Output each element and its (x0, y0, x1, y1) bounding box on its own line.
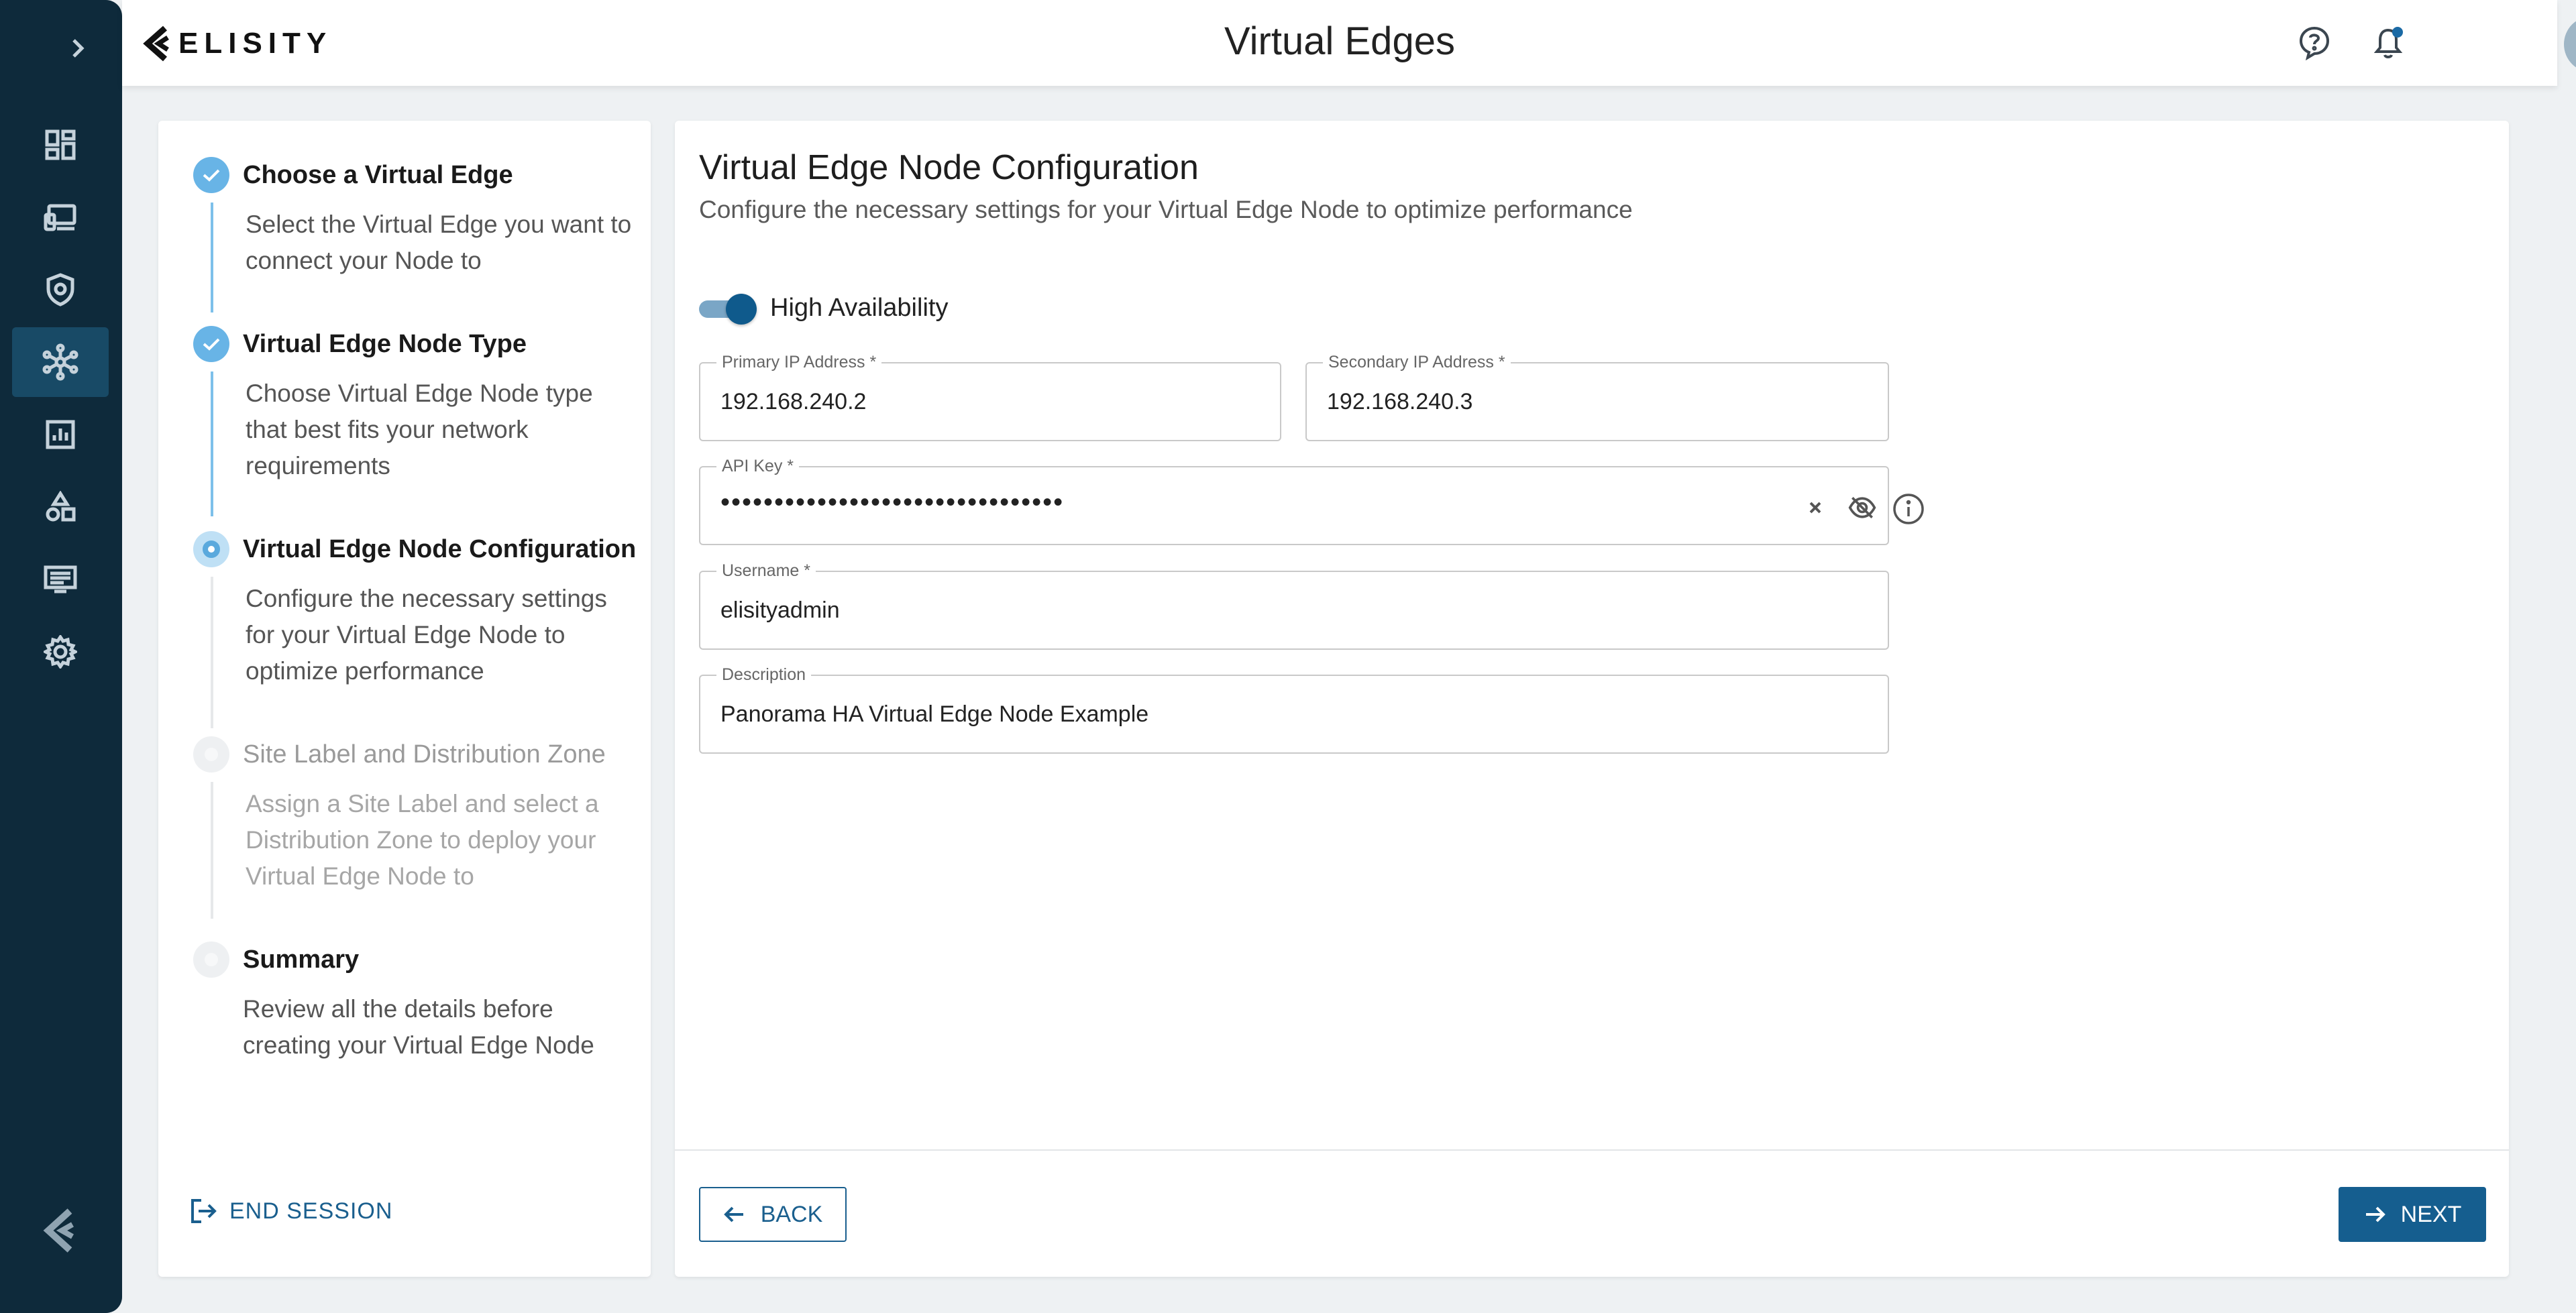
end-session-button[interactable]: END SESSION (189, 1198, 392, 1224)
top-header: ELISITY Virtual Edges (122, 0, 2576, 86)
step-5-description: Review all the details before creating y… (243, 995, 594, 1059)
primary-ip-field[interactable]: Primary IP Address * 192.168.240.2 (699, 352, 1281, 441)
visibility-off-eye-icon[interactable] (1847, 493, 1877, 522)
step-connector (211, 372, 213, 516)
step-2-title[interactable]: Virtual Edge Node Type (243, 330, 527, 359)
nav-settings-gear-icon[interactable] (12, 617, 109, 687)
page-title: Virtual Edges (1224, 19, 1455, 63)
section-title: Virtual Edge Node Configuration (699, 148, 1199, 187)
nav-shapes-icon[interactable] (12, 472, 109, 542)
step-2-check-icon (193, 326, 229, 362)
notification-badge (2392, 27, 2403, 38)
nav-devices-icon[interactable] (12, 182, 109, 252)
info-icon[interactable] (1890, 491, 1927, 527)
footer-divider (675, 1149, 2509, 1151)
step-connector (211, 577, 213, 728)
nav-policy-shield-icon[interactable] (12, 255, 109, 325)
step-4-pending-indicator (193, 736, 229, 773)
nav-logs-list-icon[interactable] (12, 545, 109, 614)
username-value: elisityadmin (720, 597, 840, 623)
step-2-description: Choose Virtual Edge Node type that best … (246, 380, 593, 479)
username-label: Username * (716, 561, 816, 581)
step-4-title: Site Label and Distribution Zone (243, 740, 606, 768)
help-icon[interactable] (2296, 24, 2333, 62)
description-value: Panorama HA Virtual Edge Node Example (720, 701, 1149, 727)
notifications-bell-icon[interactable] (2369, 24, 2407, 62)
back-button-label: BACK (760, 1201, 823, 1227)
api-key-label: API Key * (716, 456, 799, 476)
wizard-stepper: Choose a Virtual Edge Select the Virtual… (158, 121, 651, 1277)
primary-ip-value: 192.168.240.2 (720, 389, 867, 414)
arrow-left-icon (723, 1206, 743, 1222)
step-3-description: Configure the necessary settings for you… (246, 585, 607, 685)
back-button[interactable]: BACK (699, 1187, 847, 1242)
next-button-label: NEXT (2400, 1201, 2462, 1227)
toggle-thumb (726, 294, 757, 325)
step-connector (211, 782, 213, 919)
next-button[interactable]: NEXT (2339, 1187, 2486, 1242)
elisity-logo-icon (40, 1207, 80, 1254)
step-1-description: Select the Virtual Edge you want to conn… (246, 211, 632, 274)
description-label: Description (716, 665, 812, 685)
arrow-right-icon (2365, 1206, 2385, 1222)
nav-network-topology-icon[interactable] (12, 327, 109, 397)
step-4-description: Assign a Site Label and select a Distrib… (246, 790, 599, 890)
primary-ip-label: Primary IP Address * (716, 352, 882, 372)
user-avatar-icon[interactable] (2564, 16, 2576, 72)
step-connector (211, 203, 213, 312)
nav-dashboard-icon[interactable] (12, 110, 109, 180)
secondary-ip-value: 192.168.240.3 (1327, 389, 1473, 414)
description-field[interactable]: Description Panorama HA Virtual Edge Nod… (699, 665, 1889, 754)
username-field[interactable]: Username * elisityadmin (699, 561, 1889, 650)
logout-icon (191, 1199, 217, 1223)
clear-icon[interactable] (1801, 493, 1830, 522)
step-3-current-indicator (193, 531, 229, 567)
end-session-label: END SESSION (229, 1198, 393, 1224)
expand-nav-icon[interactable] (64, 35, 91, 62)
step-5-title: Summary (243, 946, 360, 974)
section-subtitle: Configure the necessary settings for you… (699, 196, 1633, 223)
step-5-pending-indicator (193, 941, 229, 978)
high-availability-toggle[interactable] (699, 292, 758, 325)
nav-analytics-chart-icon[interactable] (12, 400, 109, 469)
high-availability-label: High Availability (770, 294, 949, 322)
step-3-title[interactable]: Virtual Edge Node Configuration (243, 535, 636, 564)
secondary-ip-label: Secondary IP Address * (1323, 352, 1511, 372)
api-key-field[interactable]: API Key * ••••••••••••••••••••••••••••••… (699, 456, 1889, 545)
secondary-ip-field[interactable]: Secondary IP Address * 192.168.240.3 (1305, 352, 1889, 441)
configuration-panel: Virtual Edge Node Configuration Configur… (675, 121, 2509, 1277)
step-1-check-icon (193, 157, 229, 193)
side-nav (0, 0, 122, 1313)
step-1-title[interactable]: Choose a Virtual Edge (243, 161, 513, 190)
api-key-value: •••••••••••••••••••••••••••••••• (720, 488, 1065, 517)
